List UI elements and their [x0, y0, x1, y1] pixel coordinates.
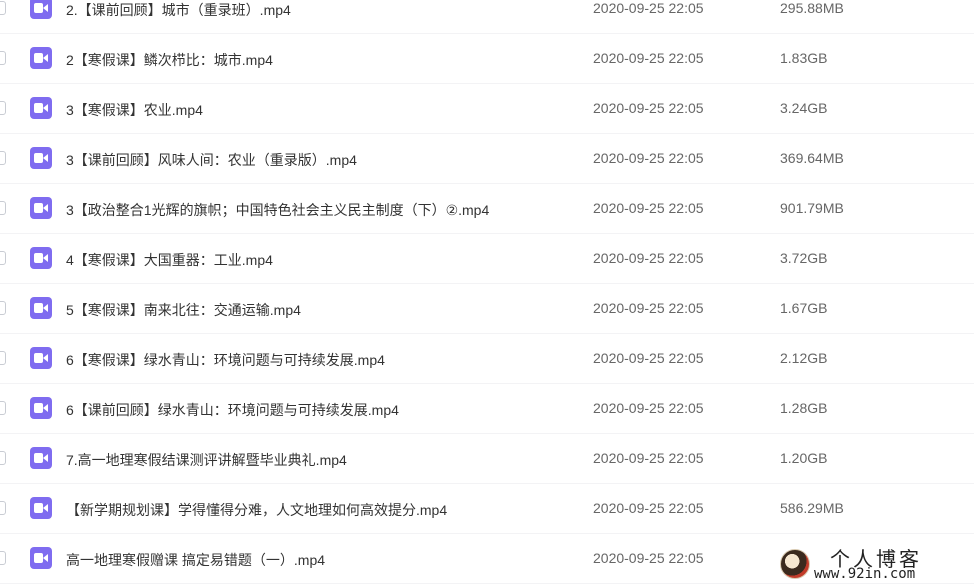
file-row[interactable]: 3【政治整合1光辉的旗帜；中国特色社会主义民主制度（下）②.mp4 2020-0…: [0, 184, 974, 234]
file-name[interactable]: 3【寒假课】农业.mp4: [66, 100, 203, 120]
video-file-icon: [30, 47, 52, 69]
video-file-icon: [30, 297, 52, 319]
row-checkbox[interactable]: [0, 251, 6, 265]
file-row[interactable]: 4【寒假课】大国重器：工业.mp4 2020-09-25 22:05 3.72G…: [0, 234, 974, 284]
watermark-avatar-icon: [780, 549, 810, 579]
file-date: 2020-09-25 22:05: [593, 50, 704, 66]
row-checkbox[interactable]: [0, 551, 6, 565]
video-file-icon: [30, 147, 52, 169]
file-row[interactable]: 6【课前回顾】绿水青山：环境问题与可持续发展.mp4 2020-09-25 22…: [0, 384, 974, 434]
file-name[interactable]: 7.高一地理寒假结课测评讲解暨毕业典礼.mp4: [66, 450, 347, 470]
file-row[interactable]: 5【寒假课】南来北往：交通运输.mp4 2020-09-25 22:05 1.6…: [0, 284, 974, 334]
watermark-url: www.92in.com: [814, 566, 916, 582]
file-date: 2020-09-25 22:05: [593, 150, 704, 166]
file-name[interactable]: 6【寒假课】绿水青山：环境问题与可持续发展.mp4: [66, 350, 385, 370]
file-size: 3.24GB: [780, 100, 828, 116]
file-date: 2020-09-25 22:05: [593, 200, 704, 216]
row-checkbox[interactable]: [0, 401, 6, 415]
file-name[interactable]: 2.【课前回顾】城市（重录班）.mp4: [66, 0, 291, 20]
file-row[interactable]: 3【课前回顾】风味人间：农业（重录版）.mp4 2020-09-25 22:05…: [0, 134, 974, 184]
video-file-icon: [30, 447, 52, 469]
file-date: 2020-09-25 22:05: [593, 350, 704, 366]
file-name[interactable]: 【新学期规划课】学得懂得分难，人文地理如何高效提分.mp4: [66, 500, 447, 520]
file-name[interactable]: 2【寒假课】鳞次栉比：城市.mp4: [66, 50, 273, 70]
row-checkbox[interactable]: [0, 101, 6, 115]
row-checkbox[interactable]: [0, 1, 6, 15]
row-checkbox[interactable]: [0, 201, 6, 215]
file-size: 2.12GB: [780, 350, 828, 366]
video-file-icon: [30, 347, 52, 369]
blog-watermark: 个人博客 www.92in.com: [780, 543, 970, 583]
file-list: 2.【课前回顾】城市（重录班）.mp4 2020-09-25 22:05 295…: [0, 0, 974, 584]
file-size: 586.29MB: [780, 500, 844, 516]
file-size: 295.88MB: [780, 0, 844, 16]
file-name[interactable]: 6【课前回顾】绿水青山：环境问题与可持续发展.mp4: [66, 400, 399, 420]
file-size: 1.28GB: [780, 400, 828, 416]
row-checkbox[interactable]: [0, 451, 6, 465]
file-date: 2020-09-25 22:05: [593, 300, 704, 316]
file-size: 1.67GB: [780, 300, 828, 316]
row-checkbox[interactable]: [0, 501, 6, 515]
row-checkbox[interactable]: [0, 151, 6, 165]
file-name[interactable]: 3【政治整合1光辉的旗帜；中国特色社会主义民主制度（下）②.mp4: [66, 200, 489, 220]
file-size: 1.20GB: [780, 450, 828, 466]
file-name[interactable]: 高一地理寒假赠课 搞定易错题（一）.mp4: [66, 550, 325, 570]
row-checkbox[interactable]: [0, 51, 6, 65]
file-date: 2020-09-25 22:05: [593, 100, 704, 116]
file-size: 1.83GB: [780, 50, 828, 66]
file-date: 2020-09-25 22:05: [593, 250, 704, 266]
row-checkbox[interactable]: [0, 351, 6, 365]
file-size: 3.72GB: [780, 250, 828, 266]
video-file-icon: [30, 547, 52, 569]
video-file-icon: [30, 497, 52, 519]
video-file-icon: [30, 397, 52, 419]
file-date: 2020-09-25 22:05: [593, 0, 704, 16]
file-name[interactable]: 4【寒假课】大国重器：工业.mp4: [66, 250, 273, 270]
file-size: 369.64MB: [780, 150, 844, 166]
video-file-icon: [30, 197, 52, 219]
video-file-icon: [30, 97, 52, 119]
file-date: 2020-09-25 22:05: [593, 550, 704, 566]
file-row[interactable]: 7.高一地理寒假结课测评讲解暨毕业典礼.mp4 2020-09-25 22:05…: [0, 434, 974, 484]
file-date: 2020-09-25 22:05: [593, 400, 704, 416]
video-file-icon: [30, 247, 52, 269]
row-checkbox[interactable]: [0, 301, 6, 315]
file-name[interactable]: 3【课前回顾】风味人间：农业（重录版）.mp4: [66, 150, 357, 170]
file-date: 2020-09-25 22:05: [593, 500, 704, 516]
file-row[interactable]: 6【寒假课】绿水青山：环境问题与可持续发展.mp4 2020-09-25 22:…: [0, 334, 974, 384]
video-file-icon: [30, 0, 52, 19]
file-date: 2020-09-25 22:05: [593, 450, 704, 466]
file-row[interactable]: 3【寒假课】农业.mp4 2020-09-25 22:05 3.24GB: [0, 84, 974, 134]
file-row[interactable]: 【新学期规划课】学得懂得分难，人文地理如何高效提分.mp4 2020-09-25…: [0, 484, 974, 534]
file-size: 901.79MB: [780, 200, 844, 216]
file-row[interactable]: 2.【课前回顾】城市（重录班）.mp4 2020-09-25 22:05 295…: [0, 0, 974, 34]
file-name[interactable]: 5【寒假课】南来北往：交通运输.mp4: [66, 300, 301, 320]
file-row[interactable]: 2【寒假课】鳞次栉比：城市.mp4 2020-09-25 22:05 1.83G…: [0, 34, 974, 84]
